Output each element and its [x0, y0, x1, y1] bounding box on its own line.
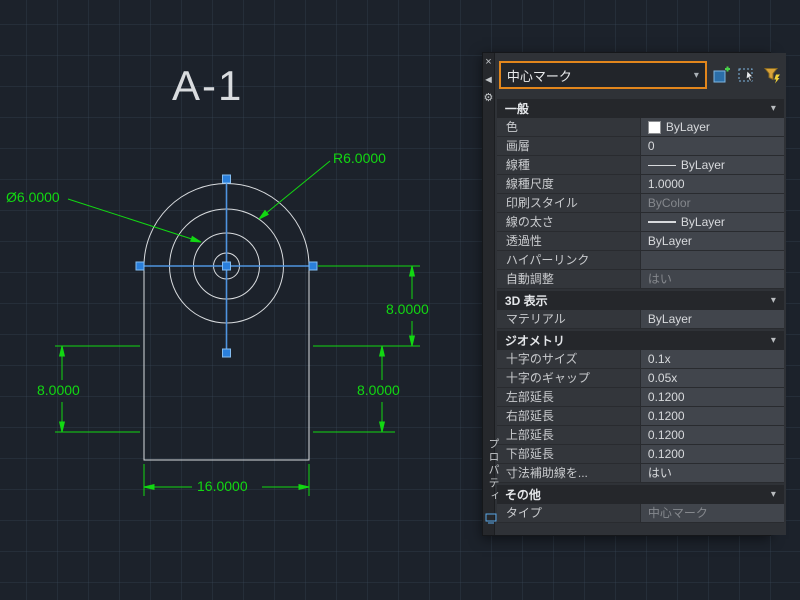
property-row-bottom-extension: 下部延長 0.1200	[496, 445, 784, 464]
palette-main: 中心マーク ▾ 一般 ▾ 色 ByLayer 画層 0 線種 ByLayer 線…	[494, 53, 786, 535]
property-row-material: マテリアル ByLayer	[496, 310, 784, 329]
display-icon[interactable]	[485, 511, 497, 529]
property-row-top-extension: 上部延長 0.1200	[496, 426, 784, 445]
section-header-misc[interactable]: その他 ▾	[496, 485, 784, 504]
close-icon[interactable]: ×	[483, 53, 494, 71]
property-row-plot-style: 印刷スタイル ByColor	[496, 194, 784, 213]
palette-toolbar: 中心マーク ▾	[497, 53, 784, 97]
property-row-right-extension: 右部延長 0.1200	[496, 407, 784, 426]
select-objects-icon[interactable]	[737, 65, 757, 85]
property-row-color: 色 ByLayer	[496, 118, 784, 137]
chevron-down-icon[interactable]: ▾	[771, 103, 776, 114]
quick-select-icon[interactable]	[762, 65, 782, 85]
dimension-diameter-label[interactable]: Ø6.0000	[6, 189, 60, 205]
chevron-down-icon[interactable]: ▾	[771, 295, 776, 306]
chevron-down-icon[interactable]: ▾	[771, 489, 776, 500]
dimension-lines[interactable]	[55, 265, 420, 496]
palette-title-vertical[interactable]: プロパティ	[485, 438, 501, 503]
grip	[222, 348, 231, 358]
property-row-hyperlink: ハイパーリンク	[496, 251, 784, 270]
properties-palette: × ◄ ⚙ プロパティ 中心マーク ▾ 一般 ▾ 色 ByLayer 画層 0 …	[482, 52, 786, 536]
toggle-pickadd-icon[interactable]	[712, 65, 732, 85]
color-swatch	[647, 120, 661, 134]
dimension-right-label[interactable]: 8.0000	[386, 301, 429, 317]
autohide-icon[interactable]: ◄	[483, 71, 494, 89]
leader-lines[interactable]	[67, 160, 331, 243]
grip	[135, 261, 145, 271]
chevron-down-icon[interactable]: ▾	[771, 335, 776, 346]
property-row-lineweight: 線の太さ ByLayer	[496, 213, 784, 232]
palette-side-bar[interactable]: × ◄ ⚙ プロパティ	[483, 53, 499, 535]
dimension-mid-label[interactable]: 8.0000	[357, 382, 400, 398]
property-row-cross-gap: 十字のギャップ 0.05x	[496, 369, 784, 388]
object-type-value: 中心マーク	[506, 68, 572, 84]
section-header-3d-display[interactable]: 3D 表示 ▾	[496, 291, 784, 310]
chevron-down-icon: ▾	[693, 69, 699, 81]
object-type-dropdown[interactable]: 中心マーク ▾	[498, 61, 707, 89]
section-header-geometry[interactable]: ジオメトリ ▾	[496, 331, 784, 350]
property-row-extension-lines: 寸法補助線を... はい	[496, 464, 784, 483]
property-row-layer: 画層 0	[496, 137, 784, 156]
property-row-linetype-scale: 線種尺度 1.0000	[496, 175, 784, 194]
property-row-type: タイプ 中心マーク	[496, 504, 784, 523]
property-row-cross-size: 十字のサイズ 0.1x	[496, 350, 784, 369]
property-row-auto-adjust: 自動調整 はい	[496, 270, 784, 289]
section-header-general[interactable]: 一般 ▾	[496, 99, 784, 118]
dimension-left-label[interactable]: 8.0000	[37, 382, 80, 398]
linetype-glyph	[647, 164, 676, 166]
dimension-radius-label[interactable]: R6.0000	[333, 150, 386, 166]
property-row-linetype: 線種 ByLayer	[496, 156, 784, 175]
drawing-title-text[interactable]: A-1	[172, 62, 243, 110]
palette-menu-icon[interactable]: ⚙	[483, 89, 494, 107]
grip	[308, 261, 318, 271]
property-row-left-extension: 左部延長 0.1200	[496, 388, 784, 407]
grip	[222, 174, 231, 184]
model-space-canvas[interactable]: A-1 R6.0000 Ø6.0000 8.0000 8.0000 8.0000…	[0, 0, 800, 600]
property-row-transparency: 透過性 ByLayer	[496, 232, 784, 251]
grip	[222, 261, 231, 271]
dimension-width-label[interactable]: 16.0000	[197, 478, 248, 494]
lineweight-glyph	[647, 221, 676, 223]
